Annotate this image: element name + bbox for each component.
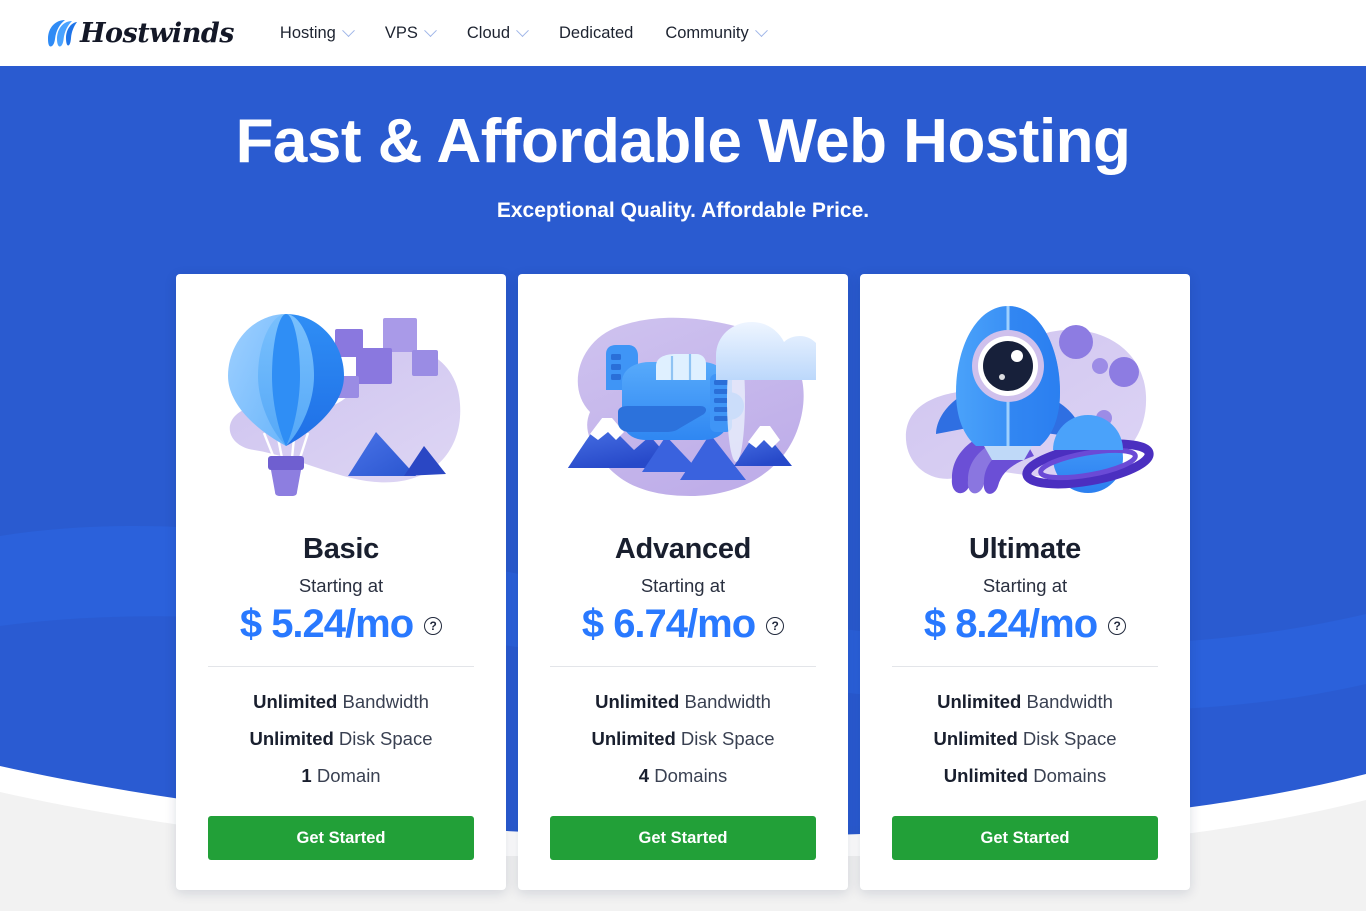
feature-item: 4 Domains bbox=[638, 765, 728, 786]
plan-price: $ 6.74/mo bbox=[581, 602, 756, 646]
pricing-card-advanced: Advanced Starting at $ 6.74/mo ? Unlimit… bbox=[518, 274, 848, 890]
page-root: Hostwinds Hosting VPS Cloud Dedicated Co… bbox=[0, 0, 1366, 911]
plan-starting-label: Starting at bbox=[640, 575, 726, 596]
main-navigation: Hosting VPS Cloud Dedicated Community bbox=[264, 0, 782, 66]
get-started-button[interactable]: Get Started bbox=[208, 816, 474, 860]
pricing-card-basic: Basic Starting at $ 5.24/mo ? Unlimited … bbox=[176, 274, 506, 890]
card-divider bbox=[550, 666, 816, 667]
nav-item-dedicated[interactable]: Dedicated bbox=[543, 0, 649, 66]
feature-item: Unlimited Bandwidth bbox=[253, 691, 429, 712]
wind-swoosh-icon bbox=[44, 17, 78, 49]
plan-price-row: $ 8.24/mo ? bbox=[923, 599, 1127, 649]
nav-item-vps[interactable]: VPS bbox=[369, 0, 451, 66]
plan-price-row: $ 6.74/mo ? bbox=[581, 599, 785, 649]
nav-item-community[interactable]: Community bbox=[649, 0, 781, 66]
hostwinds-logo[interactable]: Hostwinds bbox=[44, 17, 234, 49]
price-info-icon[interactable]: ? bbox=[766, 616, 785, 635]
feature-item: Unlimited Bandwidth bbox=[595, 691, 771, 712]
nav-item-hosting[interactable]: Hosting bbox=[264, 0, 369, 66]
plan-features: Unlimited Bandwidth Unlimited Disk Space… bbox=[208, 683, 474, 794]
nav-label: Hosting bbox=[279, 23, 336, 42]
nav-item-cloud[interactable]: Cloud bbox=[451, 0, 543, 66]
plan-name: Basic bbox=[303, 533, 379, 565]
card-divider bbox=[892, 666, 1158, 667]
price-info-icon[interactable]: ? bbox=[1108, 616, 1127, 635]
plan-price-row: $ 5.24/mo ? bbox=[239, 599, 443, 649]
get-started-button[interactable]: Get Started bbox=[550, 816, 816, 860]
rocket-illustration bbox=[892, 300, 1158, 515]
nav-label: VPS bbox=[384, 23, 418, 42]
nav-label: Dedicated bbox=[559, 23, 634, 42]
price-info-icon[interactable]: ? bbox=[424, 616, 443, 635]
airplane-illustration bbox=[550, 300, 816, 515]
plan-features: Unlimited Bandwidth Unlimited Disk Space… bbox=[550, 683, 816, 794]
feature-item: Unlimited Domains bbox=[943, 765, 1107, 786]
pricing-card-ultimate: Ultimate Starting at $ 8.24/mo ? Unlimit… bbox=[860, 274, 1190, 890]
feature-item: Unlimited Disk Space bbox=[249, 728, 433, 749]
hot-air-balloon-illustration bbox=[208, 300, 474, 515]
card-divider bbox=[208, 666, 474, 667]
chevron-down-icon bbox=[754, 23, 768, 37]
plan-price: $ 8.24/mo bbox=[923, 602, 1098, 646]
plan-starting-label: Starting at bbox=[298, 575, 384, 596]
feature-item: Unlimited Bandwidth bbox=[937, 691, 1113, 712]
site-header: Hostwinds Hosting VPS Cloud Dedicated Co… bbox=[0, 0, 1366, 66]
chevron-down-icon bbox=[424, 23, 437, 37]
plan-features: Unlimited Bandwidth Unlimited Disk Space… bbox=[892, 683, 1158, 794]
feature-item: 1 Domain bbox=[301, 765, 381, 786]
chevron-down-icon bbox=[516, 23, 529, 37]
pricing-cards: Basic Starting at $ 5.24/mo ? Unlimited … bbox=[176, 274, 1190, 890]
nav-label: Cloud bbox=[466, 23, 511, 42]
get-started-button[interactable]: Get Started bbox=[892, 816, 1158, 860]
plan-starting-label: Starting at bbox=[982, 575, 1068, 596]
chevron-down-icon bbox=[341, 23, 355, 37]
plan-name: Advanced bbox=[614, 533, 752, 565]
plan-name: Ultimate bbox=[968, 533, 1081, 565]
feature-item: Unlimited Disk Space bbox=[591, 728, 775, 749]
plan-price: $ 5.24/mo bbox=[239, 602, 414, 646]
feature-item: Unlimited Disk Space bbox=[933, 728, 1117, 749]
nav-label: Community bbox=[665, 23, 749, 42]
logo-text: Hostwinds bbox=[80, 17, 234, 49]
